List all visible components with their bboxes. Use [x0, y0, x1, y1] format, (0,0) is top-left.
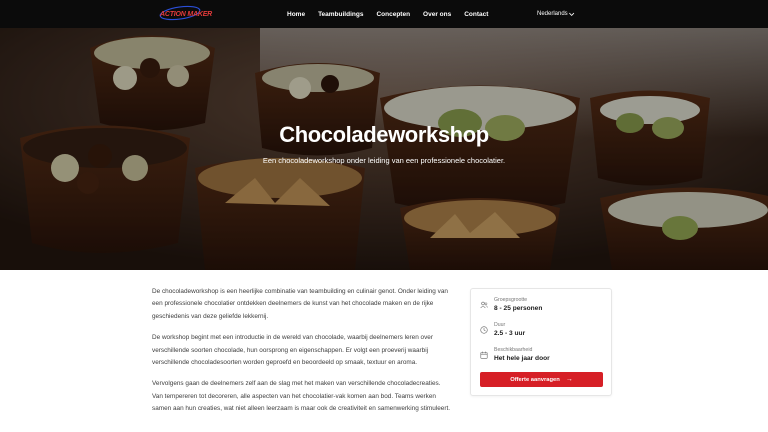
page-title: Chocoladeworkshop [279, 122, 489, 147]
page-subtitle: Een chocoladeworkshop onder leiding van … [262, 156, 506, 165]
nav-home[interactable]: Home [287, 11, 305, 18]
main-menu: Home Teambuildings Concepten Over ons Co… [287, 0, 501, 28]
hero-overlay [0, 28, 768, 270]
nav-concepten[interactable]: Concepten [376, 11, 410, 18]
chevron-down-icon [568, 12, 574, 16]
info-card: Groepsgrootte 8 - 25 personen Duur 2.5 -… [470, 288, 612, 396]
hero-banner: Chocoladeworkshop Een chocoladeworkshop … [0, 28, 768, 270]
language-label: Nederlands [537, 10, 568, 17]
article-body: De chocoladeworkshop is een heerlijke co… [152, 286, 452, 425]
nav-over-ons[interactable]: Over ons [423, 11, 451, 18]
clock-icon [480, 326, 488, 334]
top-navigation: ACTION MAKER Home Teambuildings Concepte… [0, 0, 768, 28]
nav-teambuildings[interactable]: Teambuildings [318, 11, 363, 18]
info-label: Groepsgrootte [494, 297, 528, 303]
article-paragraph-3: Vervolgens gaan de deelnemers zelf aan d… [152, 380, 451, 413]
language-selector[interactable]: Nederlands [533, 6, 579, 21]
request-quote-button[interactable]: Offerte aanvragen → [480, 372, 603, 387]
request-quote-label: Offerte aanvragen [510, 376, 560, 383]
info-value: Het hele jaar door [494, 355, 550, 362]
calendar-icon [480, 351, 488, 359]
article-paragraph-1: De chocoladeworkshop is een heerlijke co… [152, 288, 448, 320]
info-duration: Duur 2.5 - 3 uur [480, 322, 525, 338]
group-icon [480, 301, 488, 309]
logo-text: ACTION MAKER [160, 10, 213, 18]
nav-contact[interactable]: Contact [464, 11, 488, 18]
info-label: Beschikbaarheid [494, 347, 533, 353]
info-availability: Beschikbaarheid Het hele jaar door [480, 347, 550, 363]
arrow-right-icon: → [565, 376, 573, 383]
info-label: Duur [494, 322, 506, 328]
info-value: 2.5 - 3 uur [494, 330, 526, 337]
info-value: 8 - 25 personen [494, 305, 543, 312]
article-paragraph-2: De workshop begint met een introductie i… [152, 334, 433, 367]
logo[interactable]: ACTION MAKER [159, 5, 213, 21]
info-group-size: Groepsgrootte 8 - 25 personen [480, 297, 542, 313]
